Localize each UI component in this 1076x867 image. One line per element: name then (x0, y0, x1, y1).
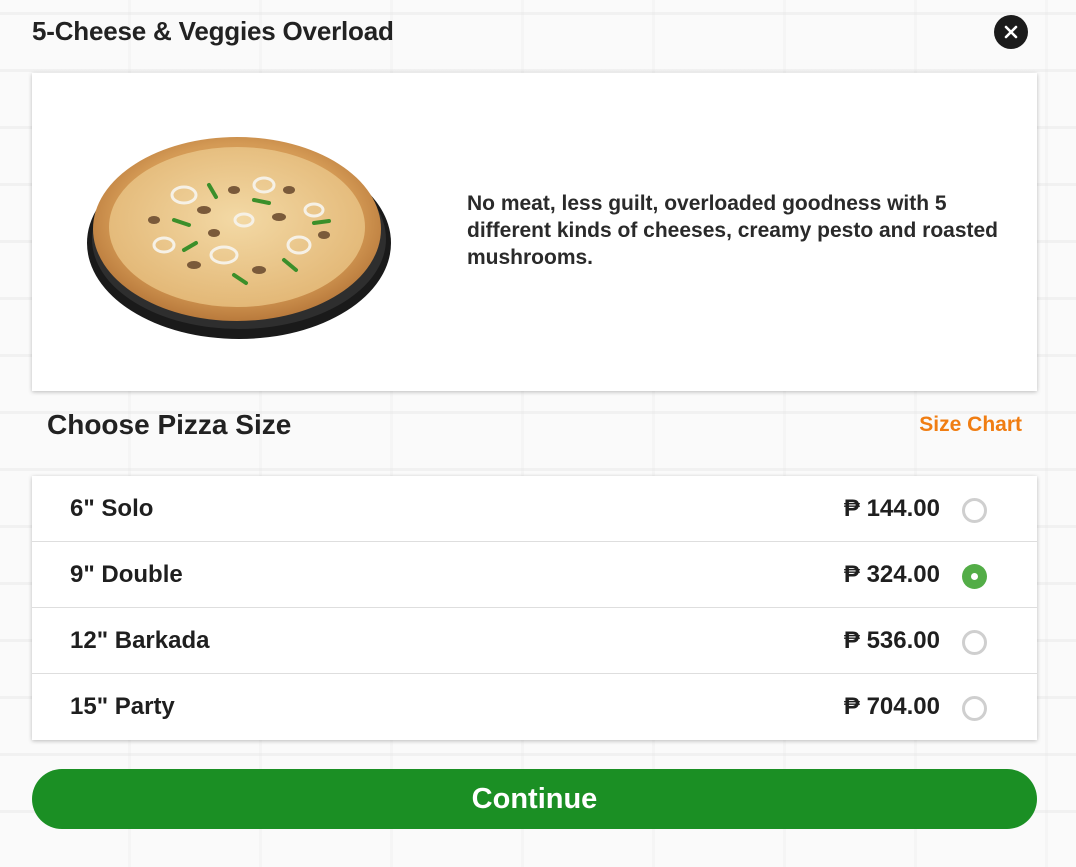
size-option-price: ₱ 144.00 (843, 495, 940, 522)
size-option-15-party[interactable]: 15" Party ₱ 704.00 (32, 674, 1037, 740)
size-option-price: ₱ 536.00 (843, 627, 940, 654)
size-option-label: 12" Barkada (70, 627, 210, 654)
section-title: Choose Pizza Size (47, 409, 292, 440)
size-radio-button[interactable] (962, 564, 987, 589)
size-radio-button[interactable] (962, 630, 987, 655)
pizza-image (87, 137, 391, 339)
continue-button[interactable]: Continue (32, 769, 1037, 829)
size-option-price: ₱ 324.00 (843, 561, 940, 588)
size-chart-link[interactable]: Size Chart (919, 413, 1022, 437)
product-card: No meat, less guilt, overloaded goodness… (32, 73, 1037, 391)
size-option-12-barkada[interactable]: 12" Barkada ₱ 536.00 (32, 608, 1037, 674)
size-option-6-solo[interactable]: 6" Solo ₱ 144.00 (32, 476, 1037, 542)
size-radio-button[interactable] (962, 696, 987, 721)
size-option-label: 6" Solo (70, 495, 154, 522)
size-option-price: ₱ 704.00 (843, 693, 940, 720)
product-description: No meat, less guilt, overloaded goodness… (467, 192, 999, 269)
size-option-label: 9" Double (70, 561, 183, 588)
size-radio-button[interactable] (962, 498, 987, 523)
close-button[interactable] (994, 15, 1028, 49)
page-title: 5-Cheese & Veggies Overload (32, 16, 394, 46)
size-option-label: 15" Party (70, 693, 175, 720)
size-option-9-double[interactable]: 9" Double ₱ 324.00 (32, 542, 1037, 608)
size-options-list: 6" Solo ₱ 144.00 9" Double ₱ 324.00 12" … (32, 476, 1037, 740)
close-icon (1004, 25, 1018, 39)
